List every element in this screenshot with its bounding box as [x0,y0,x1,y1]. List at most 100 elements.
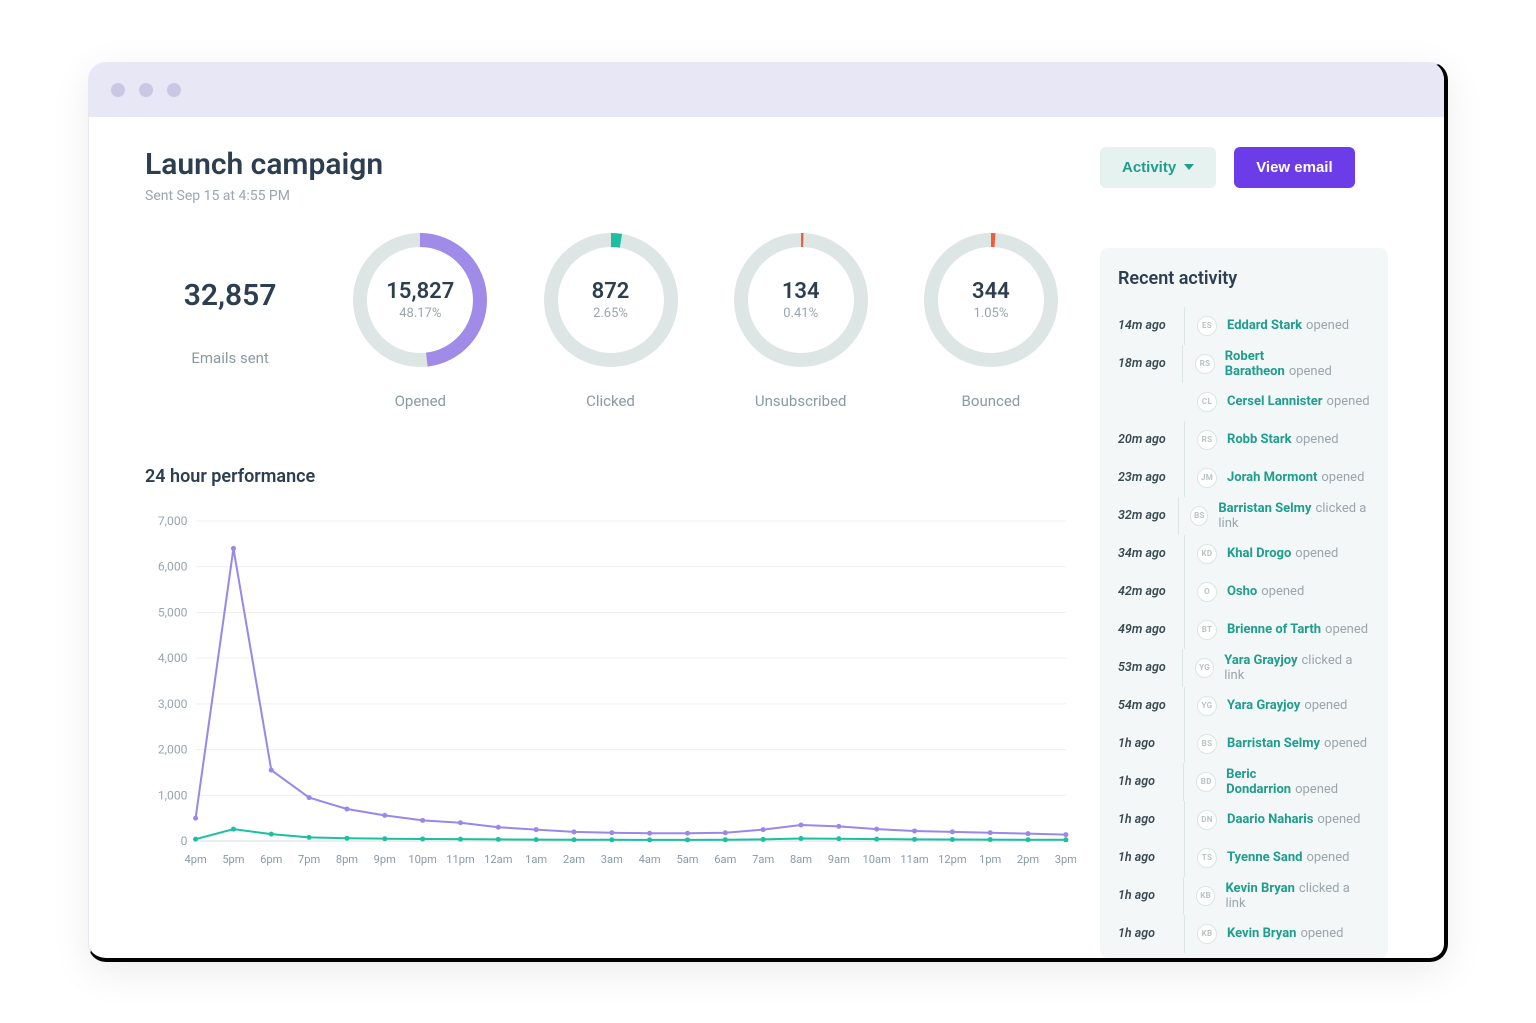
activity-text: Yara Grayjoyclicked a link [1224,653,1370,683]
svg-text:4,000: 4,000 [158,651,188,665]
activity-action: opened [1317,812,1360,827]
donut-label: Clicked [586,392,635,410]
activity-time: 42m ago [1118,584,1174,599]
activity-text: Barristan Selmyopened [1227,736,1367,751]
activity-action: opened [1296,432,1339,447]
svg-text:3pm: 3pm [1055,853,1076,866]
activity-user: Khal Drogo [1227,546,1291,561]
activity-text: Yara Grayjoyopened [1227,698,1347,713]
timeline-tick [1184,421,1185,459]
recent-activity-panel: Recent activity 14m agoESEddard Starkope… [1100,248,1388,958]
activity-text: Barristan Selmyclicked a link [1218,501,1370,531]
timeline-tick [1184,611,1185,649]
recent-activity-title: Recent activity [1118,268,1370,289]
avatar: RS [1197,430,1217,450]
activity-row[interactable]: 23m agoJMJorah Mormontopened [1118,459,1370,497]
avatar: KD [1197,544,1217,564]
activity-time: 1h ago [1118,736,1174,751]
activity-text: Daario Naharis opened [1227,812,1360,827]
activity-user: Barristan Selmy [1227,736,1320,751]
svg-text:9pm: 9pm [374,853,396,866]
timeline-tick [1182,345,1183,383]
app-window: Launch campaign Sent Sep 15 at 4:55 PM 3… [88,62,1448,962]
activity-user: Beric Dondarrion [1226,767,1291,797]
svg-text:1am: 1am [525,853,547,866]
activity-row[interactable]: 54m agoYGYara Grayjoyopened [1118,687,1370,725]
performance-chart: 01,0002,0003,0004,0005,0006,0007,0004pm5… [145,511,1076,871]
svg-text:7,000: 7,000 [158,514,188,528]
activity-row[interactable]: 1h agoDNDaario Naharisopened [1118,801,1370,839]
activity-text: Eddard Starkopened [1227,318,1349,333]
activity-row[interactable]: 49m agoBTBrienne of Tarthopened [1118,611,1370,649]
activity-row[interactable]: 1h agoKBKevin Bryanclicked a link [1118,877,1370,915]
avatar: KB [1196,886,1216,906]
activity-user: Yara Grayjoy [1224,653,1297,668]
activity-row[interactable]: 34m agoKDKhal Drogoopened [1118,535,1370,573]
svg-text:11am: 11am [900,853,928,866]
window-titlebar [89,63,1444,117]
activity-row[interactable]: 1h ago BS Barristan Selmyopened [1118,725,1370,763]
activity-time: 14m ago [1118,318,1174,333]
timeline-tick [1184,383,1185,421]
svg-text:5,000: 5,000 [158,605,188,619]
activity-time: 1h ago [1118,926,1174,941]
activity-text: Brienne of Tarthopened [1227,622,1368,637]
donut-value: 134 [782,279,820,304]
donut-label: Unsubscribed [755,392,847,410]
svg-text:3,000: 3,000 [158,696,188,710]
activity-text: Robert Baratheonopened [1225,349,1370,379]
activity-action: opened [1295,782,1338,797]
activity-row[interactable]: 20m agoRSRobb Starkopened [1118,421,1370,459]
activity-time: 1h ago [1118,774,1173,789]
svg-text:0: 0 [181,834,188,848]
svg-text:12am: 12am [484,853,512,866]
activity-user: Robert Baratheon [1225,349,1285,379]
activity-row[interactable]: 53m agoYGYara Grayjoyclicked a link [1118,649,1370,687]
window-dot [111,83,125,97]
activity-row[interactable]: 1h agoBDBeric Dondarrionopened [1118,763,1370,801]
activity-row[interactable]: 18m agoRSRobert Baratheonopened [1118,345,1370,383]
avatar: YG [1195,658,1214,678]
chevron-down-icon [1184,164,1194,170]
timeline-tick [1184,801,1185,839]
avatar: TS [1197,848,1217,868]
svg-text:8pm: 8pm [336,853,358,866]
view-email-button[interactable]: View email [1234,147,1354,188]
activity-user: Robb Stark [1227,432,1292,447]
activity-action: opened [1304,698,1347,713]
activity-text: Beric Dondarrion opened [1226,767,1370,797]
content-area: Launch campaign Sent Sep 15 at 4:55 PM 3… [89,117,1444,958]
activity-text: Khal Drogo opened [1227,546,1338,561]
stats-row: 32,857 Emails sent 15,82748.17%Opened 87… [145,230,1076,410]
avatar: BS [1197,734,1217,754]
main-column: Launch campaign Sent Sep 15 at 4:55 PM 3… [145,147,1076,958]
svg-text:3am: 3am [601,853,623,866]
activity-row[interactable]: CLCersel Lannisteropened [1118,383,1370,421]
activity-user: Kevin Bryan [1225,881,1294,896]
activity-text: Kevin Bryanclicked a link [1225,881,1370,911]
activity-action: opened [1261,584,1304,599]
activity-action: opened [1295,546,1338,561]
window-dot [167,83,181,97]
avatar: DN [1197,810,1217,830]
activity-row[interactable]: 42m agoOOshoopened [1118,573,1370,611]
svg-text:12pm: 12pm [938,853,966,866]
svg-text:4pm: 4pm [184,853,206,866]
activity-row[interactable]: 14m agoESEddard Starkopened [1118,307,1370,345]
activity-row[interactable]: 32m agoBSBarristan Selmyclicked a link [1118,497,1370,535]
svg-text:4am: 4am [639,853,661,866]
activity-dropdown[interactable]: Activity [1100,147,1216,188]
timeline-tick [1184,573,1185,611]
activity-user: Daario Naharis [1227,812,1313,827]
timeline-tick [1184,839,1185,877]
page-header: Launch campaign Sent Sep 15 at 4:55 PM [145,147,1076,204]
svg-text:5am: 5am [676,853,698,866]
avatar: CL [1197,392,1217,412]
avatar: BS [1190,506,1208,526]
activity-row[interactable]: 1h agoKBKevin Bryanopened [1118,915,1370,953]
activity-row[interactable]: 1h agoTSTyenne Sandopened [1118,839,1370,877]
timeline-tick [1178,497,1179,535]
avatar: RS [1195,354,1214,374]
activity-user: Kevin Bryan [1227,926,1296,941]
activity-action: opened [1306,318,1349,333]
